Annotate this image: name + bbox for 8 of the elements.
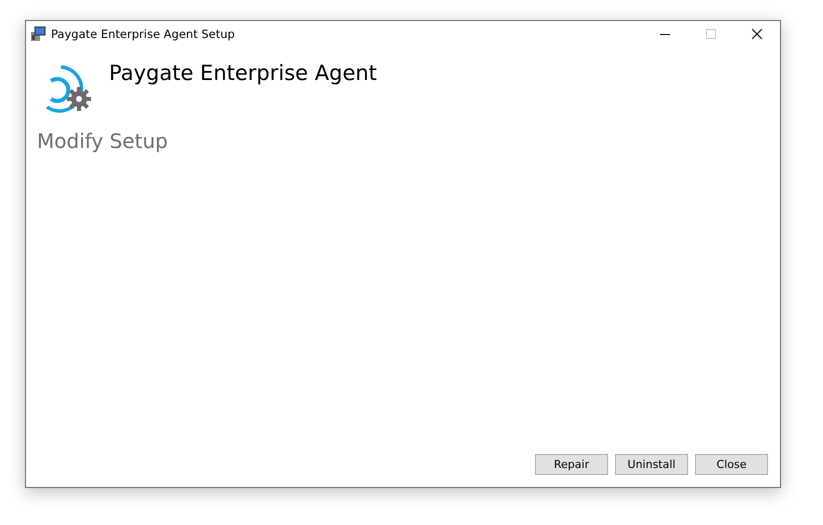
window-title: Paygate Enterprise Agent Setup bbox=[51, 26, 236, 40]
product-title: Paygate Enterprise Agent bbox=[109, 61, 377, 85]
dialog-button[interactable]: Close bbox=[695, 454, 768, 475]
dialog-button[interactable]: Repair bbox=[535, 454, 608, 475]
page-heading: Modify Setup bbox=[37, 129, 169, 153]
installer-icon bbox=[30, 26, 46, 42]
close-icon[interactable] bbox=[752, 28, 762, 38]
dialog-button[interactable]: Uninstall bbox=[615, 454, 688, 475]
